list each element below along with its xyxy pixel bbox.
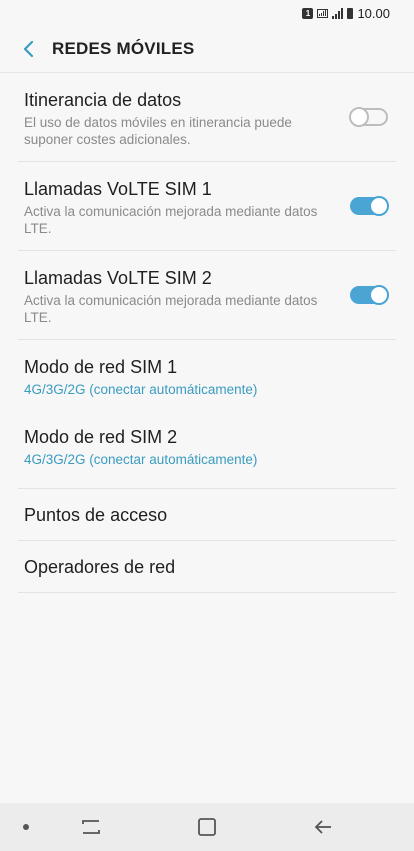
recents-icon	[82, 820, 100, 834]
volte-sim1-toggle[interactable]	[350, 196, 389, 216]
item-title: Llamadas VoLTE SIM 2	[24, 268, 212, 288]
toggle-knob	[369, 196, 389, 216]
screen: 1 10.00 REDES MÓVILES Itinerancia de dat…	[0, 0, 414, 851]
navigation-bar	[0, 803, 414, 851]
item-value: 4G/3G/2G (conectar automáticamente)	[24, 382, 258, 397]
chevron-left-icon	[23, 40, 34, 58]
settings-list: Itinerancia de datos El uso de datos móv…	[0, 73, 414, 593]
item-title: Itinerancia de datos	[24, 90, 182, 110]
nav-dot-button[interactable]	[0, 803, 56, 851]
list-item-network-operators[interactable]: Operadores de red	[18, 541, 396, 593]
item-title: Puntos de acceso	[24, 505, 168, 525]
status-time: 10.00	[357, 5, 390, 21]
toggle-knob	[369, 285, 389, 305]
list-item-volte-sim1[interactable]: Llamadas VoLTE SIM 1 Activa la comunicac…	[18, 162, 396, 251]
list-item-access-points[interactable]: Puntos de acceso	[18, 489, 396, 541]
home-icon	[198, 818, 216, 836]
app-bar: REDES MÓVILES	[0, 26, 414, 72]
toggle-knob	[349, 107, 369, 127]
item-title: Operadores de red	[24, 557, 176, 577]
data-roaming-toggle[interactable]	[349, 107, 388, 127]
item-subtitle: El uso de datos móviles en itinerancia p…	[24, 115, 292, 147]
status-bar: 1 10.00	[0, 0, 414, 26]
signal-sim2-icon	[332, 7, 344, 19]
item-title: Modo de red SIM 1	[24, 357, 178, 377]
item-value: 4G/3G/2G (conectar automáticamente)	[24, 452, 258, 467]
battery-icon	[347, 7, 354, 19]
signal-sim1-icon	[317, 8, 329, 18]
back-arrow-icon	[314, 820, 331, 834]
sim-badge: 1	[302, 7, 314, 19]
list-item-network-mode-sim1[interactable]: Modo de red SIM 1 4G/3G/2G (conectar aut…	[18, 340, 396, 412]
item-title: Llamadas VoLTE SIM 1	[24, 179, 212, 199]
home-button[interactable]	[177, 803, 237, 851]
list-item-network-mode-sim2[interactable]: Modo de red SIM 2 4G/3G/2G (conectar aut…	[18, 412, 396, 489]
list-item-data-roaming[interactable]: Itinerancia de datos El uso de datos móv…	[18, 73, 396, 162]
page-title: REDES MÓVILES	[52, 39, 195, 58]
back-button[interactable]	[6, 26, 50, 72]
volte-sim2-toggle[interactable]	[350, 285, 389, 305]
dot-icon	[23, 824, 29, 830]
list-item-volte-sim2[interactable]: Llamadas VoLTE SIM 2 Activa la comunicac…	[18, 251, 396, 340]
recents-button[interactable]	[61, 803, 121, 851]
nav-back-button[interactable]	[293, 803, 353, 851]
item-title: Modo de red SIM 2	[24, 427, 178, 447]
item-subtitle: Activa la comunicación mejorada mediante…	[24, 293, 318, 325]
item-subtitle: Activa la comunicación mejorada mediante…	[24, 204, 318, 236]
